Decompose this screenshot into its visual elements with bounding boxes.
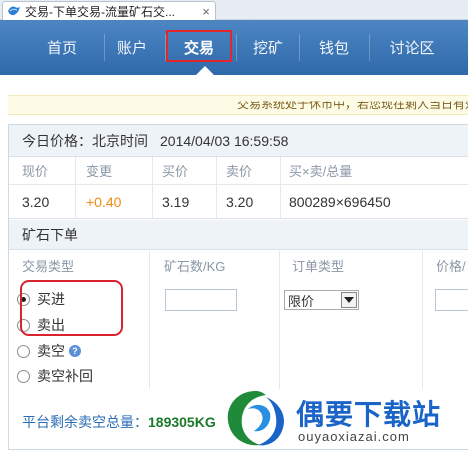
price-table-row: 3.20 +0.40 3.19 3.20 800289×696450 xyxy=(9,185,468,219)
chevron-down-icon[interactable] xyxy=(341,292,357,308)
order-title: 矿石下单 xyxy=(22,226,78,243)
radio-button[interactable] xyxy=(17,369,30,383)
watermark-logo-icon xyxy=(227,391,285,446)
highlight-box xyxy=(166,30,232,62)
nav-item-account[interactable]: 账户 xyxy=(104,20,160,75)
change-value: +0.40 xyxy=(86,193,122,210)
watermark-title: 偶要下载站 xyxy=(296,399,442,430)
price-datetime: 2014/04/03 16:59:58 xyxy=(160,132,289,149)
site-favicon-icon xyxy=(8,6,20,16)
close-tab-icon[interactable]: × xyxy=(199,4,213,19)
col-trade-type: 交易类型 xyxy=(22,258,75,274)
nav-item-wallet[interactable]: 钱包 xyxy=(300,20,368,75)
nav-item-label: 钱包 xyxy=(318,40,349,57)
ask-value: 3.20 xyxy=(226,193,254,210)
active-nav-pointer xyxy=(196,66,214,75)
col-current-price: 现价 xyxy=(22,164,49,179)
highlight-box xyxy=(20,280,123,336)
col-quantity: 矿石数/KG xyxy=(164,258,226,274)
col-volume: 买×卖/总量 xyxy=(289,164,353,179)
col-price: 价格/ xyxy=(436,258,466,274)
radio-short-cover[interactable]: 卖空补回 xyxy=(17,366,93,386)
col-bid: 买价 xyxy=(162,164,189,179)
notice-bar: 交易系统处于休市中，若您现在剩人当日有效系 xyxy=(8,95,468,115)
radio-label: 卖空补回 xyxy=(37,368,93,384)
nav-item-label: 挖矿 xyxy=(252,40,283,57)
volume-value: 800289×696450 xyxy=(289,193,391,210)
order-type-select[interactable]: 限价 xyxy=(284,290,359,310)
radio-short-sell[interactable]: 卖空 ? xyxy=(17,341,81,361)
order-form-header: 交易类型 矿石数/KG 订单类型 价格/ xyxy=(9,251,468,279)
price-header-label: 今日价格：北京时间 xyxy=(22,132,148,149)
nav-item-label: 账户 xyxy=(116,40,147,57)
short-total-value: 189305KG xyxy=(148,414,216,430)
nav-item-forum[interactable]: 讨论区 xyxy=(370,20,454,75)
radio-button[interactable] xyxy=(17,344,30,358)
help-icon[interactable]: ? xyxy=(69,345,81,357)
browser-tabstrip: 交易-下单交易-流量矿石交... × xyxy=(0,0,468,20)
col-ask: 卖价 xyxy=(226,164,253,179)
order-section-title: 矿石下单 xyxy=(9,220,468,250)
watermark-url: ouyaoxiazai.com xyxy=(298,429,410,444)
order-type-value: 限价 xyxy=(288,293,315,309)
watermark: 偶要下载站 ouyaoxiazai.com xyxy=(222,385,468,450)
price-table-header: 现价 变更 买价 卖价 买×卖/总量 xyxy=(9,157,468,185)
quantity-input[interactable] xyxy=(165,289,237,311)
notice-text: 交易系统处于休市中，若您现在剩人当日有效系 xyxy=(237,97,468,111)
nav-item-label: 首页 xyxy=(46,40,77,57)
short-total-label: 平台剩余卖空总量： xyxy=(22,414,148,430)
main-nav: 首页 账户 交易 挖矿 钱包 讨论区 xyxy=(0,20,468,75)
nav-divider xyxy=(236,34,237,61)
nav-item-label: 讨论区 xyxy=(389,40,435,57)
browser-tab-title: 交易-下单交易-流量矿石交... xyxy=(25,4,175,19)
col-order-type: 订单类型 xyxy=(292,258,345,274)
price-table: 现价 变更 买价 卖价 买×卖/总量 3.20 +0.40 3.19 3.20 … xyxy=(9,157,468,219)
col-change: 变更 xyxy=(86,164,113,179)
radio-label: 卖空 xyxy=(37,343,65,359)
notice-area: 交易系统处于休市中，若您现在剩人当日有效系 xyxy=(0,75,468,120)
current-price-value: 3.20 xyxy=(22,193,50,210)
nav-item-home[interactable]: 首页 xyxy=(25,20,99,75)
price-header: 今日价格：北京时间 2014/04/03 16:59:58 xyxy=(9,125,468,157)
browser-tab[interactable]: 交易-下单交易-流量矿石交... × xyxy=(2,1,216,20)
nav-item-mining[interactable]: 挖矿 xyxy=(238,20,298,75)
price-input[interactable] xyxy=(435,289,468,311)
bid-value: 3.19 xyxy=(162,193,190,210)
short-total: 平台剩余卖空总量：189305KG xyxy=(22,412,216,432)
